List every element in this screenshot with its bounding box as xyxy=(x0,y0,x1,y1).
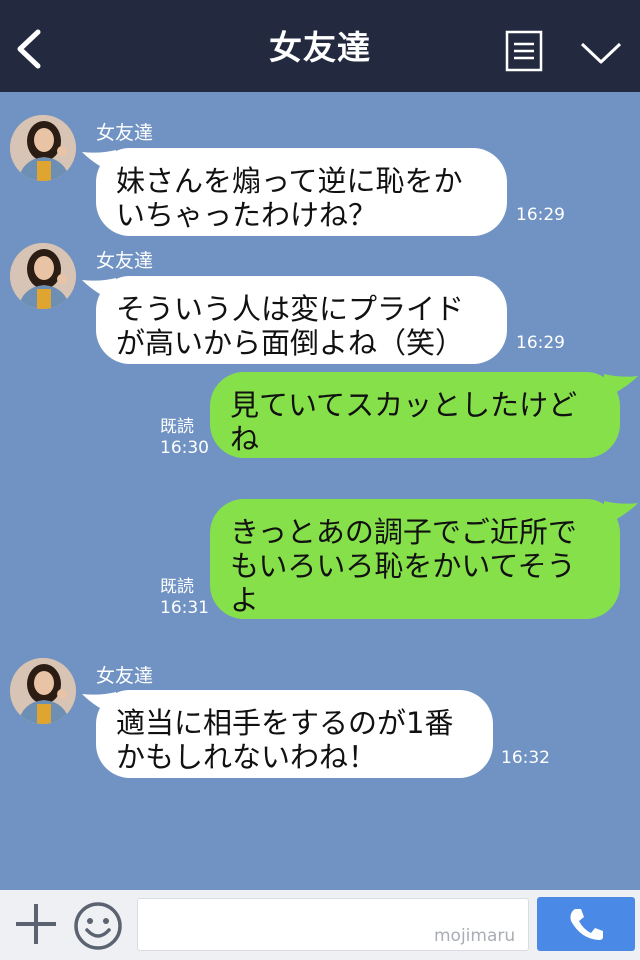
message-line: が高いから面倒よね（笑） xyxy=(116,326,465,360)
message-bubble-incoming[interactable]: 妹さんを煽って逆に恥をか いちゃったわけね？ xyxy=(96,148,507,236)
dropdown-button[interactable] xyxy=(578,38,624,68)
message-bubble-incoming[interactable]: そういう人は変にプライド が高いから面倒よね（笑） xyxy=(96,276,507,364)
watermark: mojimaru xyxy=(434,926,516,946)
message-bubble-incoming[interactable]: 適当に相手をするのが1番 かもしれないわね！ xyxy=(96,690,493,778)
phone-icon xyxy=(570,909,603,940)
message-line: ね xyxy=(230,422,260,456)
message-line: もいろいろ恥をかいてそう xyxy=(230,549,576,583)
emoji-button[interactable] xyxy=(72,900,124,952)
avatar-image xyxy=(10,243,76,309)
read-receipt: 既読 16:31 xyxy=(160,577,209,619)
list-icon xyxy=(505,30,543,72)
sender-name: 女友達 xyxy=(96,250,154,272)
sender-name: 女友達 xyxy=(96,665,154,687)
read-label: 既読 xyxy=(160,577,194,597)
message-line: かもしれないわね！ xyxy=(116,740,378,774)
avatar-image xyxy=(10,115,76,181)
message-time: 16:29 xyxy=(516,205,565,225)
sender-name: 女友達 xyxy=(96,122,154,144)
message-line: いちゃったわけね？ xyxy=(116,198,378,232)
chat-area[interactable]: 女友達 妹さんを煽って逆に恥をか いちゃったわけね？ 16:29 女友達 そうい… xyxy=(0,92,640,890)
chevron-down-icon xyxy=(580,42,622,64)
read-label: 既読 xyxy=(160,417,194,437)
message-time: 16:30 xyxy=(160,438,209,458)
message-time: 16:32 xyxy=(501,748,550,768)
message-line: 適当に相手をするのが1番 xyxy=(116,706,454,740)
message-line: 見ていてスカッとしたけど xyxy=(230,388,578,422)
add-attachment-button[interactable] xyxy=(14,902,58,946)
avatar[interactable] xyxy=(10,243,76,309)
plus-icon xyxy=(16,904,56,944)
read-receipt: 既読 16:30 xyxy=(160,417,209,459)
message-line: よ xyxy=(230,583,260,617)
message-line: そういう人は変にプライド xyxy=(116,292,465,326)
message-line: きっとあの調子でご近所で xyxy=(230,515,577,549)
smiley-icon xyxy=(74,902,122,950)
avatar-image xyxy=(10,658,76,724)
message-time: 16:29 xyxy=(516,333,565,353)
menu-button[interactable] xyxy=(504,30,544,72)
message-bubble-outgoing[interactable]: きっとあの調子でご近所で もいろいろ恥をかいてそう よ xyxy=(210,499,620,619)
call-button[interactable] xyxy=(537,897,635,951)
message-time: 16:31 xyxy=(160,598,209,618)
message-line: 妹さんを煽って逆に恥をか xyxy=(116,164,463,198)
message-bubble-outgoing[interactable]: 見ていてスカッとしたけど ね xyxy=(210,372,620,458)
chat-title: 女友達 xyxy=(269,28,371,67)
avatar[interactable] xyxy=(10,658,76,724)
avatar[interactable] xyxy=(10,115,76,181)
